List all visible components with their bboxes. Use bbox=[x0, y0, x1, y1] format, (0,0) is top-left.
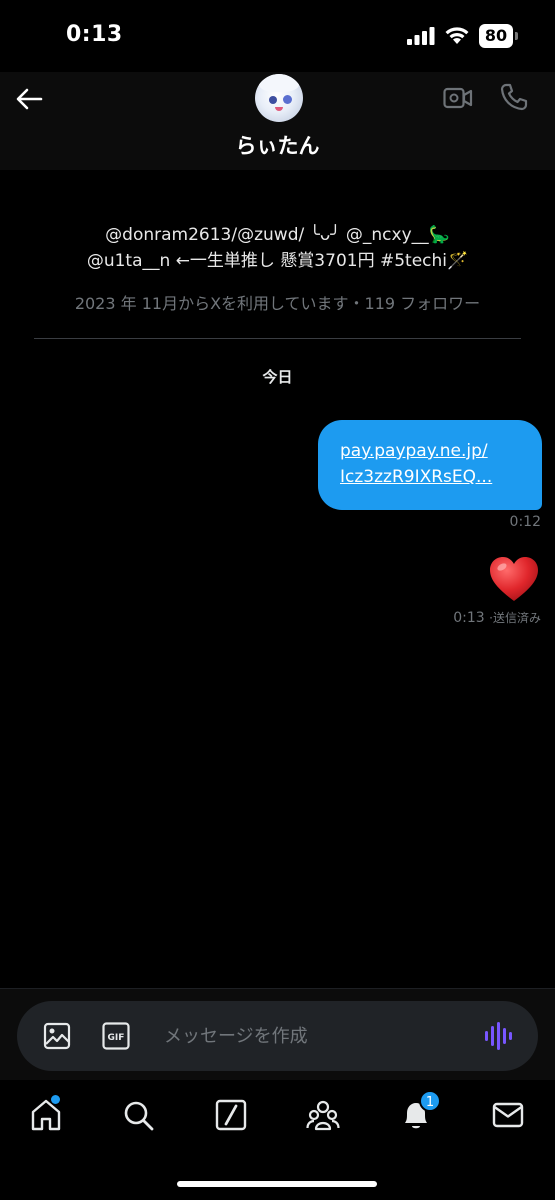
composer: GIF bbox=[17, 1001, 538, 1071]
notification-badge: 1 bbox=[419, 1090, 441, 1112]
message-timestamp: 0:12 bbox=[509, 514, 541, 530]
heart-emoji-message[interactable] bbox=[488, 555, 540, 603]
profile-bio-line[interactable]: @donram2613/@zuwd/ ╰ᴗ╯ @_ncxy__🦕 bbox=[0, 222, 555, 248]
status-time: 0:13 bbox=[66, 22, 123, 47]
avatar-eye bbox=[269, 96, 277, 104]
phone-icon[interactable] bbox=[499, 82, 529, 112]
search-icon bbox=[124, 1101, 154, 1131]
tab-communities[interactable] bbox=[306, 1098, 340, 1132]
divider bbox=[34, 338, 521, 339]
voice-message-icon[interactable] bbox=[484, 1021, 512, 1051]
communities-icon bbox=[306, 1100, 340, 1131]
avatar[interactable] bbox=[255, 74, 303, 122]
battery-indicator: 80 bbox=[479, 24, 519, 48]
message-status: ·送信済み bbox=[489, 611, 541, 625]
unread-dot bbox=[51, 1095, 60, 1104]
video-camera-icon[interactable] bbox=[443, 86, 473, 110]
battery-tip bbox=[515, 32, 518, 40]
wifi-icon bbox=[445, 27, 469, 44]
message-link[interactable]: Icz3zzR9IXRsEQ... bbox=[340, 464, 532, 490]
conversation-title[interactable]: らぃたん bbox=[0, 130, 555, 160]
status-bar: 0:13 80 bbox=[0, 0, 555, 72]
tab-messages[interactable] bbox=[491, 1098, 525, 1132]
message-timestamp: 0:13 ·送信済み bbox=[453, 609, 541, 626]
messages-icon bbox=[492, 1102, 524, 1128]
avatar-eye bbox=[283, 95, 292, 104]
home-indicator bbox=[177, 1181, 377, 1187]
cellular-signal-icon bbox=[407, 27, 435, 45]
message-input[interactable] bbox=[164, 1021, 464, 1051]
conversation-header: らぃたん bbox=[0, 72, 555, 170]
tab-grok[interactable] bbox=[214, 1098, 248, 1132]
message-bubble[interactable]: pay.paypay.ne.jp/ Icz3zzR9IXRsEQ... bbox=[318, 420, 542, 510]
profile-meta: 2023 年 11月からXを利用しています・119 フォロワー bbox=[74, 294, 481, 313]
tab-home[interactable] bbox=[29, 1095, 63, 1132]
profile-bio-line[interactable]: @u1ta__n ←一生単推し 懸賞3701円 #5techi🪄 bbox=[0, 248, 555, 274]
composer-bar: GIF bbox=[0, 988, 555, 1080]
date-separator: 今日 bbox=[262, 368, 293, 386]
tab-notifications[interactable]: 1 bbox=[399, 1090, 441, 1132]
gif-label: GIF bbox=[108, 1033, 125, 1043]
battery-level: 80 bbox=[479, 24, 513, 48]
profile-bio: @donram2613/@zuwd/ ╰ᴗ╯ @_ncxy__🦕 @u1ta__… bbox=[0, 222, 555, 274]
message-link[interactable]: pay.paypay.ne.jp/ bbox=[340, 438, 532, 464]
image-icon[interactable] bbox=[43, 1022, 71, 1050]
tab-search[interactable] bbox=[121, 1098, 155, 1132]
message-time: 0:13 bbox=[453, 610, 485, 626]
gif-icon[interactable]: GIF bbox=[102, 1022, 130, 1050]
avatar-hair bbox=[259, 74, 299, 92]
back-arrow-icon[interactable] bbox=[14, 84, 44, 114]
grok-icon bbox=[215, 1099, 247, 1131]
avatar-mouth bbox=[275, 107, 283, 111]
